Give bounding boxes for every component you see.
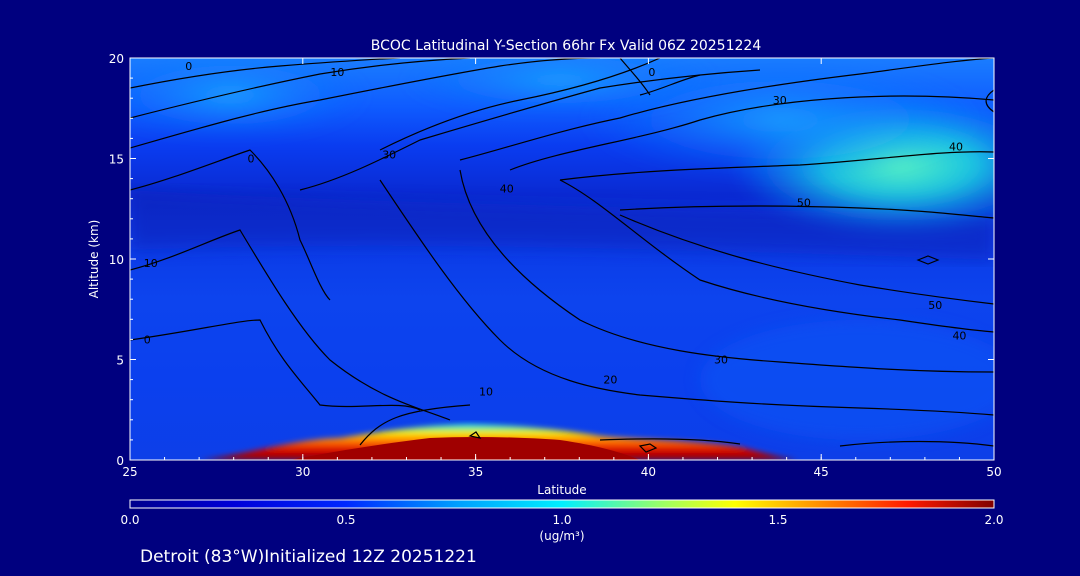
x-tick-label: 35: [468, 465, 483, 479]
y-axis-label: Altitude (km): [87, 220, 101, 299]
x-axis-label: Latitude: [537, 483, 586, 497]
x-tick-label: 30: [295, 465, 310, 479]
contour-label: 10: [479, 386, 493, 399]
chart-title: BCOC Latitudinal Y-Section 66hr Fx Valid…: [371, 38, 762, 54]
contour-label: 0: [648, 66, 655, 79]
colorbar-tick-label: 1.5: [768, 513, 787, 527]
x-tick-label: 25: [122, 465, 137, 479]
colorbar-tick-label: 0.5: [336, 513, 355, 527]
heatmap-field: [130, 58, 994, 460]
y-tick-label: 20: [109, 52, 124, 66]
contour-label: 0: [185, 60, 192, 73]
x-tick-label: 45: [814, 465, 829, 479]
y-tick-label: 10: [109, 253, 124, 267]
y-tick-label: 15: [109, 153, 124, 167]
contour-label: 40: [949, 140, 963, 153]
chart-figure: 0 10 0300 3040405010500 40302010 25 30 35 40 45 5…: [87, 38, 1004, 567]
footer-location: Detroit (83°W)Initialized 12Z 20251221: [140, 547, 477, 567]
contour-label: 50: [928, 299, 942, 312]
colorbar-tick-label: 1.0: [552, 513, 571, 527]
x-tick-label: 50: [986, 465, 1001, 479]
colorbar-unit-label: (ug/m³): [539, 529, 584, 543]
contour-label: 40: [500, 183, 514, 196]
contour-label: 30: [714, 354, 728, 367]
contour-label: 40: [952, 329, 966, 342]
colorbar-ticks: 0.0 0.5 1.0 1.5 2.0: [120, 513, 1003, 527]
contour-label: 10: [144, 257, 158, 270]
y-tick-label: 0: [116, 454, 124, 468]
y-tick-label: 5: [116, 354, 124, 368]
contour-label: 20: [603, 374, 617, 387]
x-tick-label: 40: [641, 465, 656, 479]
contour-label: 0: [144, 333, 151, 346]
colorbar-tick-label: 2.0: [984, 513, 1003, 527]
contour-label: 0: [247, 153, 254, 166]
contour-label: 30: [773, 94, 787, 107]
contour-label: 30: [382, 148, 396, 161]
colorbar-tick-label: 0.0: [120, 513, 139, 527]
contour-label: 10: [330, 66, 344, 79]
colorbar: [129, 499, 995, 509]
contour-label: 50: [797, 197, 811, 210]
